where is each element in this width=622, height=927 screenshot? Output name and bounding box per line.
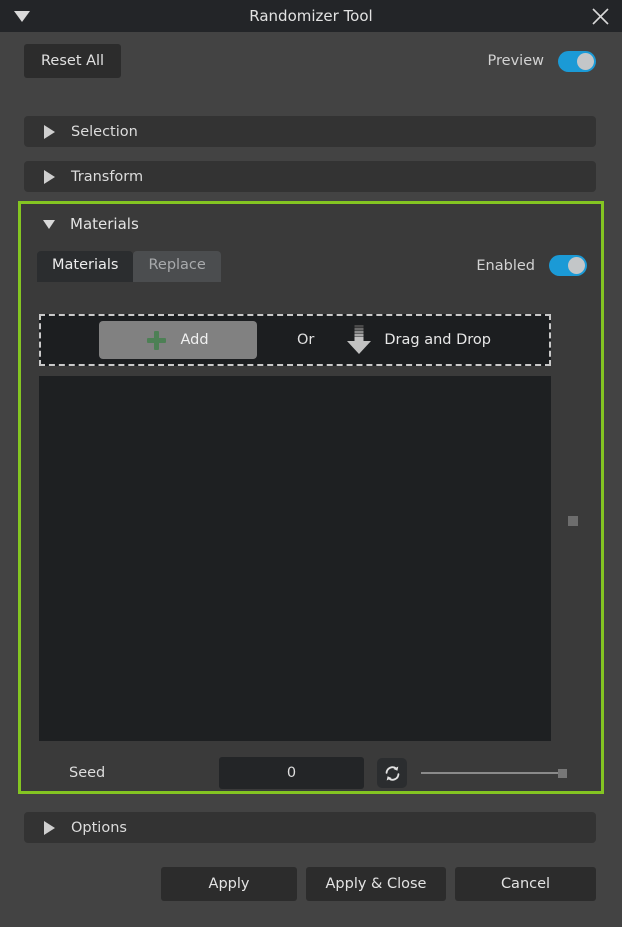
materials-tab-row: Materials Replace Enabled [21,244,601,282]
window-title: Randomizer Tool [249,7,373,25]
materials-section-label: Materials [70,215,139,233]
tab-replace[interactable]: Replace [133,251,221,282]
triangle-right-icon [44,169,55,184]
preview-toggle[interactable] [558,50,596,72]
materials-list-panel[interactable] [39,376,551,741]
materials-section-header[interactable]: Materials [21,204,601,244]
selection-section-wrapper: Selection [0,116,622,147]
window-collapse-button[interactable] [0,10,44,22]
window-titlebar: Randomizer Tool [0,0,622,32]
preview-toggle-knob [577,52,594,70]
sidebar-item-transform[interactable]: Transform [24,161,596,192]
apply-and-close-button[interactable]: Apply & Close [306,867,446,901]
cancel-button[interactable]: Cancel [455,867,596,901]
triangle-right-icon [44,820,55,835]
dropzone-drag-label: Drag and Drop [384,332,491,348]
sidebar-item-selection[interactable]: Selection [24,116,596,147]
transform-section-label: Transform [71,168,144,185]
add-material-label: Add [180,332,209,348]
refresh-icon [385,765,399,781]
materials-enabled-group: Enabled [476,255,587,276]
arrow-down-icon [347,325,372,354]
top-toolbar: Reset All Preview [0,32,622,90]
apply-button[interactable]: Apply [161,867,297,901]
materials-dropzone[interactable]: Add Or Drag and Drop [39,314,551,366]
plus-icon [147,330,167,350]
triangle-down-icon [14,10,30,22]
sidebar-item-options[interactable]: Options [24,812,596,843]
seed-slider-handle[interactable] [558,768,567,778]
transform-section-wrapper: Transform [0,161,622,192]
add-material-button[interactable]: Add [99,321,257,359]
seed-slider[interactable] [421,763,567,783]
tab-materials[interactable]: Materials [37,251,134,282]
reset-all-button[interactable]: Reset All [24,44,122,78]
materials-enabled-toggle[interactable] [549,255,587,276]
seed-input[interactable] [219,757,364,789]
preview-label: Preview [487,53,544,69]
options-section-wrapper: Options [0,812,622,843]
panel-resize-handle[interactable] [568,516,578,526]
footer-button-bar: Apply Apply & Close Cancel [0,867,622,901]
close-x-icon [591,7,609,25]
options-section-label: Options [71,819,127,836]
seed-row: Seed [21,757,601,789]
materials-section: Materials Materials Replace Enabled Add … [18,201,604,794]
triangle-down-icon [43,219,55,229]
seed-refresh-button[interactable] [377,758,407,788]
window-close-button[interactable] [578,0,622,32]
materials-enabled-toggle-knob [568,257,585,274]
triangle-right-icon [44,124,55,139]
dropzone-or-label: Or [297,332,315,348]
randomizer-tool-window: Randomizer Tool Reset All Preview Select… [0,0,622,927]
seed-slider-track [421,772,561,774]
seed-label: Seed [69,765,106,781]
enabled-label: Enabled [476,257,535,274]
selection-section-label: Selection [71,123,138,140]
